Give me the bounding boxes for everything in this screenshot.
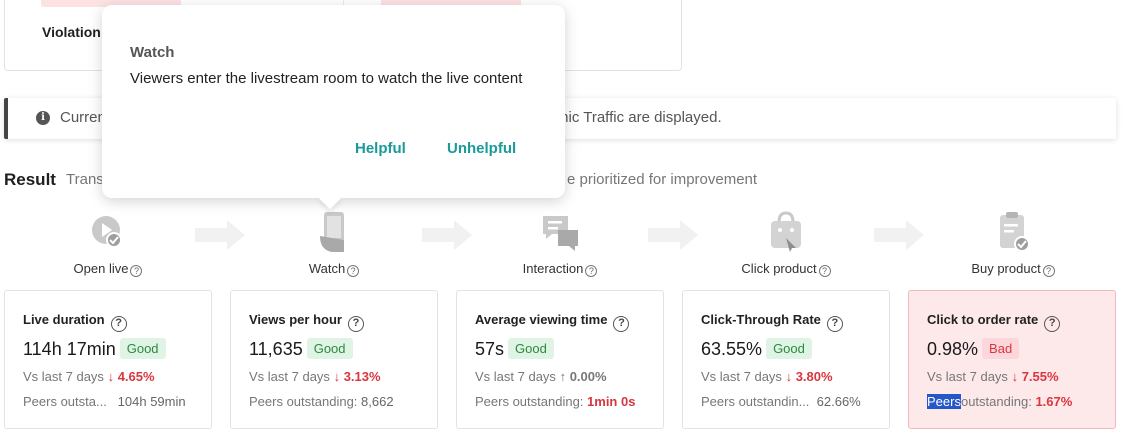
up-arrow-icon: ↑ (559, 369, 567, 384)
help-icon[interactable]: ? (1042, 265, 1055, 277)
metric-value: 0.98% Bad (927, 338, 1020, 360)
help-icon[interactable]: ? (826, 316, 843, 332)
step-label: Open live? (28, 261, 188, 277)
tooltip-body: Viewers enter the livestream room to wat… (130, 70, 523, 87)
notice-text: Curren (60, 109, 106, 126)
metric-comparison: Vs last 7 days ↓ 7.55% (927, 369, 1059, 384)
change-value: 7.55% (1021, 369, 1059, 384)
tooltip-caret (318, 186, 342, 210)
peers-value: 8,662 (361, 394, 394, 409)
help-icon[interactable]: ? (585, 265, 598, 277)
chat-icon (543, 216, 578, 251)
help-icon[interactable]: ? (110, 316, 127, 332)
peers-value: 104h 59min (117, 394, 186, 409)
result-title: Result (4, 170, 56, 189)
metric-comparison: Vs last 7 days ↓ 3.80% (701, 369, 833, 384)
step-label: Click product? (706, 261, 866, 277)
step-click-product: Click product? (706, 210, 866, 277)
step-label: Watch? (254, 261, 414, 277)
metric-value: 114h 17min Good (23, 338, 166, 360)
metric-peers: Peersoutstanding: 1.67% (927, 394, 1073, 409)
down-arrow-icon: ↓ (333, 369, 341, 384)
metric-title: Views per hour? (249, 312, 364, 332)
down-arrow-icon: ↓ (1011, 369, 1019, 384)
status-badge: Good (119, 338, 166, 359)
down-arrow-icon: ↓ (107, 369, 115, 384)
help-icon[interactable]: ? (818, 265, 831, 277)
peers-value: 1min 0s (587, 394, 636, 409)
metric-title: Average viewing time? (475, 312, 630, 332)
metric-value: 63.55% Good (701, 338, 812, 360)
tooltip-title: Watch (130, 44, 175, 61)
metric-peers: Peers outstanding: 1min 0s (475, 394, 636, 409)
status-badge: Good (766, 338, 812, 359)
selected-text: Peers (927, 394, 961, 409)
change-value: 0.00% (569, 369, 607, 384)
down-arrow-icon: ↓ (785, 369, 793, 384)
result-description-end: e prioritized for improvement (567, 171, 758, 188)
status-badge: Bad (982, 338, 1020, 359)
metric-title: Click-Through Rate? (701, 312, 843, 332)
step-open-live: Open live? (28, 210, 188, 277)
notice-text-end: mic Traffic are displayed. (556, 109, 722, 126)
status-badge: Good (508, 338, 554, 359)
arrow-right-icon (648, 220, 698, 250)
metric-card-click-to-order-rate: Click to order rate? 0.98% Bad Vs last 7 … (908, 290, 1116, 429)
status-badge: Good (306, 338, 353, 359)
metric-comparison: Vs last 7 days ↓ 4.65% (23, 369, 155, 384)
shopping-bag-icon (771, 211, 801, 252)
clipboard-check-icon (1000, 212, 1030, 252)
metric-title: Live duration? (23, 312, 127, 332)
change-value: 4.65% (117, 369, 155, 384)
step-buy-product: Buy product? (933, 210, 1093, 277)
play-icon (92, 216, 122, 248)
tooltip-popup: Watch Viewers enter the livestream room … (102, 5, 565, 210)
helpful-button[interactable]: Helpful (355, 140, 406, 157)
phone-icon (320, 212, 344, 252)
step-label: Interaction? (480, 261, 640, 277)
metric-peers: Peers outsta... 104h 59min (23, 394, 186, 409)
metric-card-views-per-hour: Views per hour? 11,635 Good Vs last 7 day… (230, 290, 438, 429)
change-value: 3.80% (795, 369, 833, 384)
violation-label: Violation (42, 24, 101, 40)
unhelpful-button[interactable]: Unhelpful (447, 140, 516, 157)
metric-comparison: Vs last 7 days ↑ 0.00% (475, 369, 607, 384)
arrow-right-icon (874, 220, 924, 250)
result-description: Trans (66, 171, 104, 188)
help-icon[interactable]: ? (613, 316, 630, 332)
metric-card-click-through-rate: Click-Through Rate? 63.55% Good Vs last 7… (682, 290, 890, 429)
arrow-right-icon (422, 220, 472, 250)
metric-peers: Peers outstandin... 62.66% (701, 394, 861, 409)
metric-title: Click to order rate? (927, 312, 1061, 332)
help-icon[interactable]: ? (347, 265, 360, 277)
help-icon[interactable]: ? (130, 265, 143, 277)
metric-peers: Peers outstanding: 8,662 (249, 394, 394, 409)
peers-value: 62.66% (816, 394, 861, 409)
help-icon[interactable]: ? (1044, 316, 1061, 332)
metric-value: 57s Good (475, 338, 554, 360)
help-icon[interactable]: ? (347, 316, 364, 332)
metric-value: 11,635 Good (249, 338, 353, 360)
step-label: Buy product? (933, 261, 1093, 277)
change-value: 3.13% (343, 369, 381, 384)
arrow-right-icon (195, 220, 245, 250)
metric-card-average-viewing-time: Average viewing time? 57s Good Vs last 7 … (456, 290, 664, 429)
info-icon: i (36, 111, 50, 125)
peers-value: 1.67% (1035, 394, 1073, 409)
metric-card-live-duration: Live duration? 114h 17min Good Vs last 7 … (4, 290, 212, 429)
step-watch: Watch? (254, 210, 414, 277)
step-interaction: Interaction? (480, 210, 640, 277)
metric-comparison: Vs last 7 days ↓ 3.13% (249, 369, 381, 384)
